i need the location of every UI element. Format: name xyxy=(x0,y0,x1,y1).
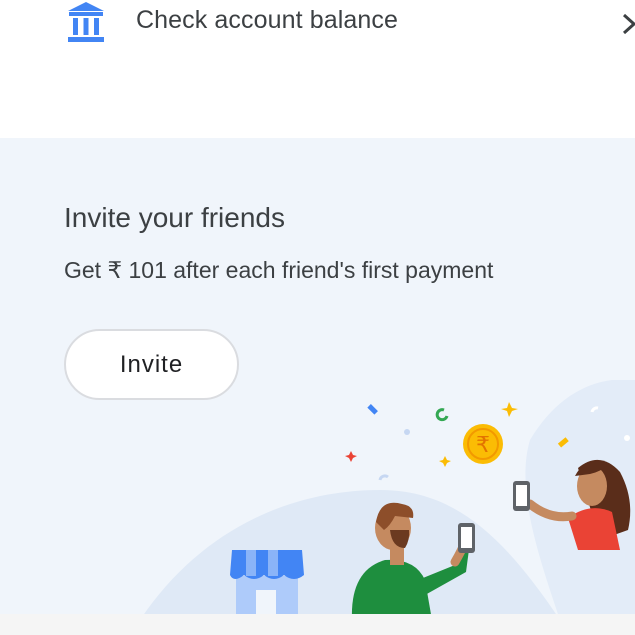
wave-divider xyxy=(0,144,635,160)
promo-subtitle: Get ₹ 101 after each friend's first paym… xyxy=(64,257,494,283)
promo-title: Invite your friends xyxy=(64,202,285,233)
check-balance-row[interactable]: Check account balance xyxy=(0,0,635,60)
sparkle-yellow-1 xyxy=(501,402,518,417)
confetti-green xyxy=(435,408,449,422)
bank-icon xyxy=(68,2,104,42)
rupee-coin: ₹ xyxy=(463,424,503,464)
invite-illustration: ₹ xyxy=(140,380,635,620)
hill-left xyxy=(140,490,560,620)
confetti-arc xyxy=(378,474,389,481)
confetti-white xyxy=(624,435,630,441)
svg-text:₹: ₹ xyxy=(476,433,490,458)
bottom-strip xyxy=(0,614,635,635)
row-title: Check account balance xyxy=(136,6,398,34)
confetti-dot xyxy=(404,429,410,435)
confetti-blue xyxy=(367,404,378,415)
sparkle-red xyxy=(345,451,357,462)
chevron-right-icon[interactable] xyxy=(621,12,635,36)
shop-icon xyxy=(230,550,304,620)
sparkle-yellow-2 xyxy=(439,456,451,467)
